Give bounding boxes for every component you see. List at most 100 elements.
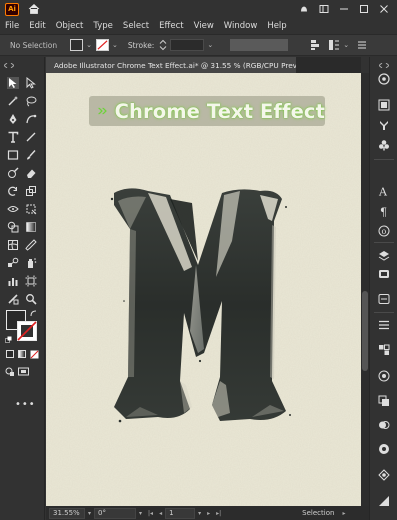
appearance-icon[interactable] [378,443,390,455]
next-artboard-icon[interactable]: ▸ [207,510,210,517]
menu-file[interactable]: File [5,21,19,31]
curvature-tool-icon[interactable] [25,113,37,125]
bell-icon[interactable] [299,4,309,14]
brushes-icon[interactable] [378,119,390,131]
color-icon[interactable] [378,73,390,85]
hamburger-menu-icon[interactable] [357,40,367,50]
artboard-tool-icon[interactable] [25,275,37,287]
direct-selection-tool-icon[interactable] [25,77,37,89]
home-icon[interactable] [28,3,40,15]
rotation-dropdown-icon[interactable]: ▾ [139,510,142,517]
rectangle-tool-icon[interactable] [7,149,19,161]
transparency-icon[interactable] [378,370,390,382]
menu-window[interactable]: Window [224,21,258,31]
pathfinder-icon[interactable] [378,419,390,431]
stroke-stepper-icon[interactable] [158,39,168,51]
magic-wand-icon[interactable] [7,95,19,107]
zoom-dropdown-icon[interactable]: ▾ [88,510,91,517]
stroke-icon[interactable] [378,319,390,331]
status-menu-icon[interactable]: ▸ [342,510,345,517]
zoom-level-field[interactable]: 31.55% [49,507,85,519]
stroke-swatch[interactable] [96,39,110,51]
eraser-icon[interactable] [25,167,37,179]
collapse-toolbar-icon[interactable] [4,63,14,68]
stroke-dropdown-icon[interactable]: ⌄ [112,41,118,49]
mesh-tool-icon[interactable] [7,239,19,251]
align-options-icon[interactable] [310,39,322,51]
menu-object[interactable]: Object [56,21,84,31]
rotate-tool-icon[interactable] [7,185,19,197]
edit-toolbar-icon[interactable]: ••• [15,399,36,410]
minimize-icon[interactable] [339,4,349,14]
color-guide-icon[interactable] [378,99,390,111]
panel-layout-icon[interactable] [319,4,329,14]
fill-dropdown-icon[interactable]: ⌄ [86,41,92,49]
opentype-icon[interactable]: o [378,225,390,237]
width-tool-icon[interactable] [7,203,19,215]
color-mode-icon[interactable] [6,350,14,358]
none-mode-icon[interactable] [30,350,39,359]
scrollbar-thumb[interactable] [362,291,368,371]
gradient-mode-icon[interactable] [18,350,26,358]
shape-builder-icon[interactable] [7,221,19,233]
control-more-dropdown-icon[interactable]: ⌄ [343,41,349,49]
swap-fill-stroke-icon[interactable] [30,310,37,317]
screen-mode-icon[interactable] [18,367,29,377]
blend-tool-icon[interactable] [7,257,19,269]
rotation-field[interactable]: 0° [94,507,137,519]
stroke-color-swatch[interactable] [17,321,37,341]
menu-edit[interactable]: Edit [29,21,45,31]
double-chevron-icon [97,107,107,115]
selection-tool-icon[interactable] [7,77,19,89]
libraries-icon[interactable] [378,268,390,280]
graphic-styles-icon[interactable] [378,469,390,481]
close-icon[interactable] [379,4,389,14]
type-tool-icon[interactable] [7,131,19,143]
first-artboard-icon[interactable]: |◂ [148,510,153,517]
properties-icon[interactable] [378,293,390,305]
artboard-number-field[interactable]: 1 [165,507,196,519]
artboard-canvas[interactable]: Chrome Text Effect [46,73,361,506]
layers-icon[interactable] [378,250,390,262]
collapse-panels-icon[interactable] [379,63,389,68]
free-transform-icon[interactable] [25,203,37,215]
paintbrush-icon[interactable] [25,149,37,161]
canvas-vertical-scrollbar[interactable] [361,73,369,506]
menu-select[interactable]: Select [123,21,149,31]
paragraph-icon[interactable]: ¶ [378,205,390,218]
recolor-icon[interactable] [328,39,340,51]
gradient-tool-icon[interactable] [25,221,37,233]
artboard-dropdown-icon[interactable]: ▾ [198,510,201,517]
menu-view[interactable]: View [194,21,214,31]
eyedropper-icon[interactable] [25,239,37,251]
column-graph-icon[interactable] [7,275,19,287]
symbol-sprayer-icon[interactable] [25,257,37,269]
menu-help[interactable]: Help [267,21,286,31]
fill-swatch[interactable] [70,39,84,51]
symbols-icon[interactable] [378,139,390,151]
pen-tool-icon[interactable] [7,113,19,125]
chrome-letter-m [110,188,291,423]
shaper-icon[interactable] [7,167,19,179]
draw-mode-icon[interactable] [5,367,15,377]
menu-effect[interactable]: Effect [159,21,183,31]
gradient-icon[interactable] [378,344,390,356]
default-fill-stroke-icon[interactable] [5,336,12,343]
variable-width-field[interactable] [230,39,289,51]
zoom-tool-icon[interactable] [25,293,37,305]
character-icon[interactable]: A [378,185,390,198]
menu-type[interactable]: Type [93,21,113,31]
document-tab[interactable]: Adobe Illustrator Chrome Text Effect.ai*… [46,57,296,73]
lasso-icon[interactable] [25,95,37,107]
scale-tool-icon[interactable] [25,185,37,197]
slice-tool-icon[interactable] [7,293,19,305]
stroke-weight-field[interactable] [170,39,205,51]
line-tool-icon[interactable] [25,131,37,143]
title-banner: Chrome Text Effect [89,96,325,126]
navigator-icon[interactable] [378,495,390,507]
stroke-weight-dropdown-icon[interactable]: ⌄ [207,41,213,49]
prev-artboard-icon[interactable]: ◂ [159,510,162,517]
align-icon[interactable] [378,395,390,407]
maximize-icon[interactable] [359,4,369,14]
last-artboard-icon[interactable]: ▸| [216,510,221,517]
